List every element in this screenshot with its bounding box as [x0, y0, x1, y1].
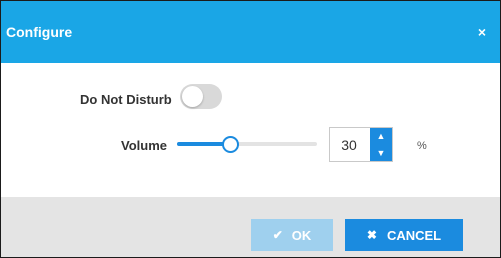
volume-stepper: ▲ ▼: [370, 128, 392, 161]
cancel-button-label: CANCEL: [386, 227, 442, 243]
volume-slider[interactable]: [177, 135, 317, 153]
do-not-disturb-toggle[interactable]: [180, 84, 222, 109]
close-icon: ✖: [366, 228, 377, 242]
dialog-title: Configure: [6, 24, 73, 40]
chevron-up-icon[interactable]: ▲: [370, 128, 392, 144]
dialog-titlebar: Configure ×: [1, 1, 500, 63]
chevron-down-icon[interactable]: ▼: [370, 145, 392, 161]
do-not-disturb-label: Do Not Disturb: [80, 92, 172, 107]
configure-dialog: Configure × Do Not Disturb Volume ▲ ▼ % …: [0, 0, 501, 258]
ok-button[interactable]: ✔ OK: [251, 219, 333, 251]
slider-thumb[interactable]: [222, 136, 239, 153]
ok-button-label: OK: [291, 227, 312, 243]
cancel-button[interactable]: ✖ CANCEL: [345, 219, 463, 251]
volume-unit: %: [417, 140, 427, 152]
close-icon[interactable]: ×: [473, 23, 491, 41]
toggle-knob: [182, 86, 203, 107]
check-icon: ✔: [272, 228, 283, 242]
dialog-body: Do Not Disturb Volume ▲ ▼ %: [1, 63, 500, 197]
volume-label: Volume: [121, 138, 167, 153]
dialog-footer: ✔ OK ✖ CANCEL: [1, 197, 500, 257]
volume-number-field: ▲ ▼: [329, 127, 393, 162]
volume-input[interactable]: [330, 128, 368, 161]
